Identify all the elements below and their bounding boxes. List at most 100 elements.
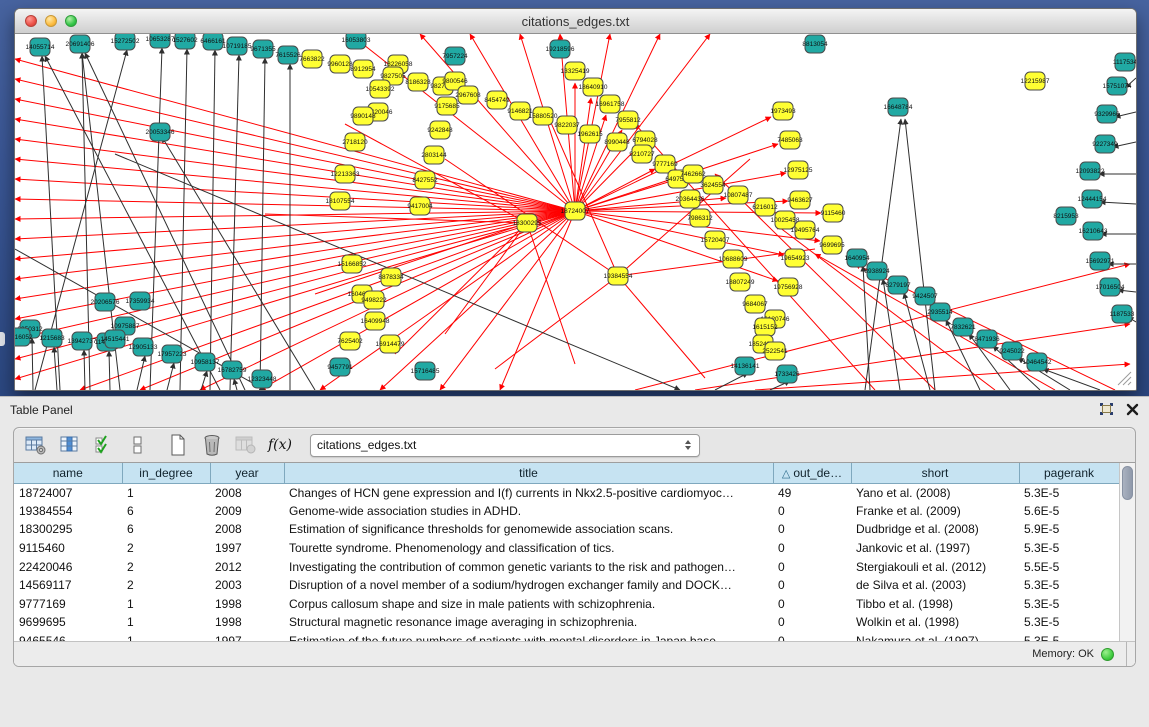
graph-node[interactable]: 18107554 <box>326 192 355 210</box>
graph-node[interactable]: 8813054 <box>802 35 828 53</box>
graph-node[interactable]: 9671355 <box>250 40 276 58</box>
select-column-icon[interactable] <box>58 433 82 457</box>
delete-table-icon[interactable] <box>200 433 224 457</box>
graph-node[interactable]: 9242848 <box>427 121 453 139</box>
graph-node[interactable]: 8471936 <box>974 330 1000 348</box>
new-table-icon[interactable] <box>166 433 190 457</box>
column-header[interactable]: name <box>14 463 122 483</box>
graph-node[interactable]: 16914479 <box>376 335 405 353</box>
graph-node[interactable]: 16648784 <box>884 98 913 116</box>
graph-node[interactable]: 16961758 <box>596 95 625 113</box>
graph-node[interactable]: 8454749 <box>484 91 510 109</box>
function-builder-icon[interactable]: f(x) <box>268 433 292 457</box>
graph-node[interactable]: 9417004 <box>407 197 433 215</box>
collapsed-panel-handle[interactable] <box>0 332 5 346</box>
graph-node[interactable]: 9822037 <box>554 116 580 134</box>
graph-node[interactable]: 20691406 <box>66 35 95 53</box>
graph-node[interactable]: 9699695 <box>819 236 845 254</box>
graph-node[interactable]: 7955812 <box>615 111 641 129</box>
table-row[interactable]: 1938455462009Genome-wide association stu… <box>14 502 1119 521</box>
graph-node[interactable]: 14055714 <box>26 38 55 56</box>
graph-node[interactable]: 19654923 <box>781 249 810 267</box>
table-row[interactable]: 977716911998Corpus callosum shape and si… <box>14 595 1119 614</box>
graph-node[interactable]: 17359934 <box>126 292 155 310</box>
graph-node[interactable]: 9227349 <box>1092 135 1118 153</box>
graph-node[interactable]: 1117534 <box>1113 53 1136 71</box>
graph-node[interactable]: 2803144 <box>421 146 447 164</box>
graph-node[interactable]: 1962615 <box>577 125 603 143</box>
graph-node[interactable]: 10958137 <box>191 353 220 371</box>
graph-node[interactable]: 15751074 <box>1103 77 1132 95</box>
graph-node[interactable]: 2967608 <box>455 86 481 104</box>
column-header[interactable]: title <box>284 463 773 483</box>
graph-node[interactable]: 12215987 <box>1021 72 1050 90</box>
graph-node[interactable]: 7957224 <box>442 47 468 65</box>
graph-node[interactable]: 7462662 <box>680 165 706 183</box>
table-row[interactable]: 911546021997Tourette syndrome. Phenomeno… <box>14 539 1119 558</box>
graph-node[interactable]: 13325419 <box>561 62 590 80</box>
graph-node[interactable]: 9684067 <box>742 295 768 313</box>
graph-node[interactable]: 9960128 <box>327 55 353 73</box>
select-rows-icon[interactable] <box>92 433 116 457</box>
graph-node[interactable]: 9457791 <box>327 358 353 376</box>
graph-node[interactable]: 15692971 <box>1086 252 1115 270</box>
graph-node[interactable]: 19218596 <box>546 40 575 58</box>
graph-node[interactable]: 1733426 <box>774 365 800 383</box>
window-resize-grip[interactable] <box>1114 368 1132 386</box>
graph-node[interactable]: 13942737 <box>68 332 97 350</box>
node-table-grid[interactable]: namein_degreeyeartitle△out_de…shortpager… <box>14 463 1120 667</box>
graph-node[interactable]: 9890148 <box>350 107 376 125</box>
graph-node[interactable]: 10688609 <box>719 250 748 268</box>
graph-node[interactable]: 6279197 <box>885 276 911 294</box>
graph-node[interactable]: 9175685 <box>434 97 460 115</box>
graph-node[interactable]: 10719185 <box>223 37 252 55</box>
graph-node[interactable]: 12975125 <box>784 161 813 179</box>
graph-node[interactable]: 8938924 <box>864 262 890 280</box>
graph-node[interactable]: 6216012 <box>752 198 778 216</box>
column-header[interactable]: short <box>851 463 1019 483</box>
graph-node[interactable]: 1527602 <box>172 34 198 49</box>
graph-node[interactable]: 15720407 <box>701 231 730 249</box>
graph-node[interactable]: 16409948 <box>361 312 390 330</box>
table-header-row[interactable]: namein_degreeyeartitle△out_de…shortpager… <box>14 463 1119 483</box>
column-header[interactable]: pagerank <box>1019 463 1119 483</box>
graph-node[interactable]: 7485063 <box>777 131 803 149</box>
graph-node[interactable]: 8990448 <box>604 133 630 151</box>
table-options-icon[interactable] <box>24 433 48 457</box>
graph-node[interactable]: 2522541 <box>762 342 788 360</box>
scrollbar-thumb[interactable] <box>1122 466 1133 500</box>
graph-node[interactable]: 9498222 <box>361 291 387 309</box>
graph-node[interactable]: 1215683 <box>39 329 65 347</box>
table-vertical-scrollbar[interactable] <box>1119 463 1135 667</box>
table-row[interactable]: 1456911722003Disruption of a novel membe… <box>14 576 1119 595</box>
graph-node[interactable]: 9210727 <box>629 145 655 163</box>
graph-node[interactable]: 8427552 <box>412 171 438 189</box>
graph-node[interactable]: 9245022 <box>999 342 1025 360</box>
graph-node[interactable]: 1973493 <box>770 102 796 120</box>
graph-node[interactable]: 17016504 <box>1096 278 1125 296</box>
graph-node[interactable]: 7832621 <box>950 318 976 336</box>
graph-node[interactable]: 20206576 <box>91 293 120 311</box>
column-header[interactable]: year <box>210 463 284 483</box>
graph-node[interactable]: 16210643 <box>1079 222 1108 240</box>
graph-node[interactable]: 9329966 <box>1094 105 1120 123</box>
graph-node[interactable]: 8878334 <box>378 268 404 286</box>
graph-node[interactable]: 12905133 <box>129 338 158 356</box>
graph-node[interactable]: 7986312 <box>687 209 713 227</box>
graph-node[interactable]: 8186328 <box>405 73 431 91</box>
close-window-button[interactable] <box>25 15 37 27</box>
graph-node[interactable]: 7663822 <box>299 50 325 68</box>
network-canvas[interactable]: 1405571420691406152725021065328715276026… <box>15 34 1136 390</box>
table-row[interactable]: 969969511998Structural magnetic resonanc… <box>14 613 1119 632</box>
graph-node[interactable]: 8912954 <box>350 60 376 78</box>
graph-node[interactable]: 18807249 <box>726 273 755 291</box>
network-view-window[interactable]: citations_edges.txt 14055714206914061527… <box>14 8 1137 391</box>
graph-node[interactable]: 10464542 <box>1023 353 1052 371</box>
graph-node[interactable]: 10807487 <box>724 186 753 204</box>
minimize-window-button[interactable] <box>45 15 57 27</box>
graph-node[interactable]: 10653287 <box>146 34 175 48</box>
row-height-icon[interactable] <box>126 433 150 457</box>
graph-node[interactable]: 2935514 <box>927 303 953 321</box>
graph-node[interactable]: 9424507 <box>912 287 938 305</box>
graph-node[interactable]: 7625402 <box>337 332 363 350</box>
